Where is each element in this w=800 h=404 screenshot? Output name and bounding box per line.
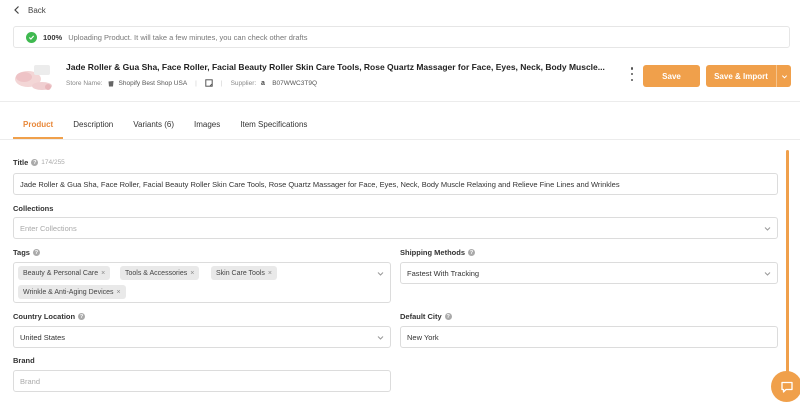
upload-message: Uploading Product. It will take a few mi… [68, 32, 308, 42]
collections-label: Collections [13, 204, 53, 213]
help-icon[interactable]: ? [78, 313, 86, 320]
chat-icon [780, 381, 793, 393]
chevron-down-icon [764, 227, 771, 231]
tags-select[interactable]: Beauty & Personal Care × Tools & Accessor… [13, 262, 391, 303]
svg-text:a: a [261, 80, 265, 87]
tab-variants[interactable]: Variants (6) [123, 113, 184, 139]
help-icon[interactable]: ? [31, 159, 39, 166]
amazon-icon: a [261, 80, 265, 87]
brand-label-text: Brand [13, 356, 35, 365]
tags-label-text: Tags [13, 248, 30, 257]
tag-label: Beauty & Personal Care [23, 269, 99, 277]
remove-tag-icon[interactable]: × [190, 270, 194, 277]
tab-item-specifications[interactable]: Item Specifications [230, 113, 317, 139]
remove-tag-icon[interactable]: × [117, 289, 121, 296]
tags-label: Tags ? [13, 248, 40, 257]
back-link[interactable]: Back [12, 4, 46, 16]
tab-product[interactable]: Product [13, 113, 64, 139]
save-button[interactable]: Save [643, 65, 700, 87]
product-title: Jade Roller & Gua Sha, Face Roller, Faci… [66, 62, 605, 72]
country-select[interactable]: United States [13, 326, 391, 348]
help-icon[interactable]: ? [444, 313, 452, 320]
tab-description[interactable]: Description [63, 113, 123, 139]
collections-placeholder: Enter Collections [20, 223, 77, 233]
shipping-label: Shipping Methods ? [400, 248, 475, 257]
chevron-down-icon [764, 272, 771, 276]
brand-label: Brand [13, 356, 35, 365]
shipping-select[interactable]: Fastest With Tracking [400, 262, 778, 284]
country-label-text: Country Location [13, 312, 76, 321]
back-label: Back [28, 5, 46, 15]
chevron-down-icon [377, 272, 384, 276]
tag-label: Wrinkle & Anti-Aging Devices [23, 288, 114, 296]
tabs-divider [0, 139, 800, 140]
header-divider [0, 101, 800, 102]
shopify-icon [108, 81, 113, 87]
country-label: Country Location ? [13, 312, 86, 321]
store-name: Shopify Best Shop USA [118, 79, 188, 87]
shipping-value: Fastest With Tracking [407, 268, 480, 278]
save-import-dropdown[interactable] [776, 65, 791, 87]
upload-percent: 100% [43, 32, 63, 42]
meta-separator: | [195, 79, 197, 87]
city-input[interactable]: New York [400, 326, 778, 348]
tag-label: Tools & Accessories [125, 269, 188, 277]
kebab-menu-icon[interactable] [629, 67, 635, 81]
remove-tag-icon[interactable]: × [101, 270, 105, 277]
note-icon[interactable] [205, 79, 213, 87]
collections-select[interactable]: Enter Collections [13, 217, 778, 239]
city-label: Default City ? [400, 312, 452, 321]
title-input[interactable]: Jade Roller & Gua Sha, Face Roller, Faci… [13, 173, 778, 195]
product-meta: Store Name: Shopify Best Shop USA | | Su… [66, 79, 317, 87]
brand-input[interactable]: Brand [13, 370, 391, 392]
title-label: Title ? 174/255 [13, 158, 65, 167]
product-thumbnail [15, 65, 52, 90]
title-label-text: Title [13, 158, 29, 167]
store-label: Store Name: [66, 79, 103, 87]
supplier-id: B07WWC3T9Q [272, 79, 318, 87]
chat-button[interactable] [771, 371, 800, 402]
collections-label-text: Collections [13, 204, 54, 213]
shipping-label-text: Shipping Methods [400, 248, 465, 257]
chevron-left-icon [14, 6, 19, 14]
help-icon[interactable]: ? [32, 249, 40, 256]
city-label-text: Default City [400, 312, 442, 321]
product-header: Jade Roller & Gua Sha, Face Roller, Faci… [0, 55, 800, 99]
scrollbar[interactable] [786, 150, 789, 380]
tab-images[interactable]: Images [184, 113, 230, 139]
tag-chip: Skin Care Tools × [211, 266, 277, 280]
tag-chip: Beauty & Personal Care × [18, 266, 111, 280]
title-char-count: 174/255 [41, 159, 65, 166]
supplier-label: Supplier: [230, 79, 257, 87]
upload-status-banner: 100% Uploading Product. It will take a f… [13, 26, 790, 48]
tag-chip: Wrinkle & Anti-Aging Devices × [18, 285, 126, 299]
save-import-button[interactable]: Save & Import [706, 65, 776, 87]
tag-chip: Tools & Accessories × [120, 266, 200, 280]
product-tabs: Product Description Variants (6) Images … [13, 113, 317, 139]
meta-separator: | [220, 79, 223, 87]
help-icon[interactable]: ? [468, 249, 475, 256]
country-value: United States [20, 332, 66, 342]
chevron-down-icon [377, 336, 384, 340]
check-circle-icon [26, 31, 37, 43]
chevron-down-icon [781, 74, 787, 78]
remove-tag-icon[interactable]: × [268, 270, 272, 277]
tag-label: Skin Care Tools [216, 269, 265, 277]
